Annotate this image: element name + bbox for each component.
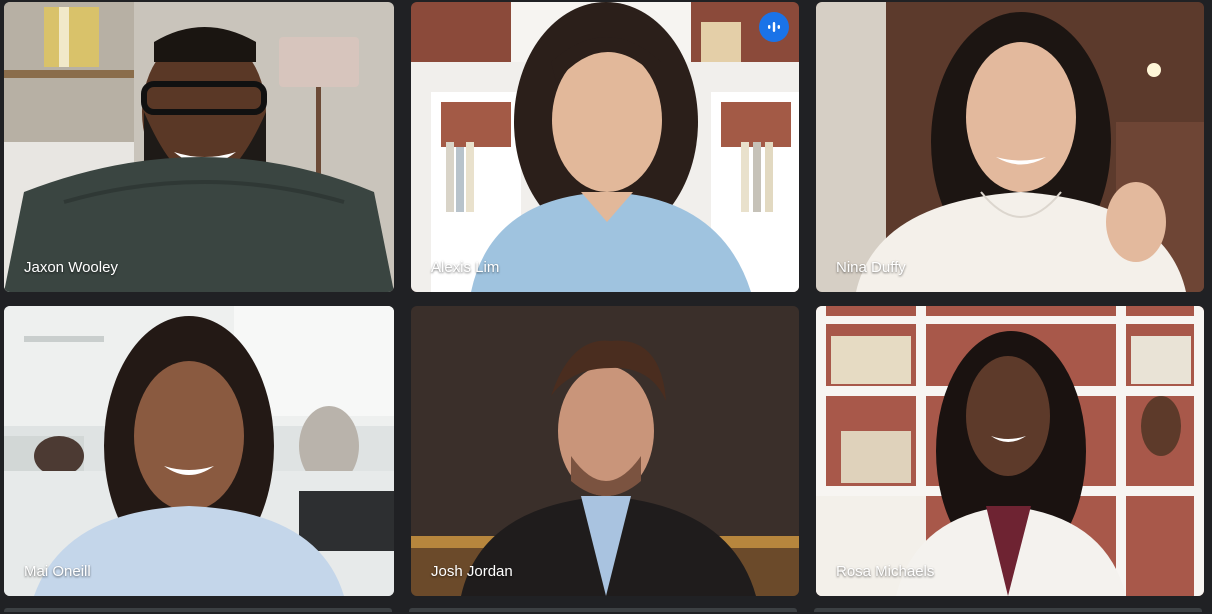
participant-name: Nina Duffy: [836, 259, 906, 276]
participant-video: [816, 306, 1204, 596]
participant-name: Alexis Lim: [431, 259, 500, 276]
participant-tile-rosa-michaels[interactable]: Rosa Michaels: [816, 306, 1204, 596]
participant-name: Mai Oneill: [24, 563, 91, 580]
participant-video: [4, 2, 394, 292]
participant-tile-josh-jordan[interactable]: Josh Jordan: [411, 306, 799, 596]
participant-tile-jaxon-wooley[interactable]: Jaxon Wooley: [4, 2, 394, 292]
participant-tile-alexis-lim[interactable]: Alexis Lim: [411, 2, 799, 292]
participant-video: [816, 2, 1204, 292]
participant-grid: Jaxon Wooley Alexis Lim Nina Duffy Mai O…: [0, 0, 1212, 614]
participant-tile-nina-duffy[interactable]: Nina Duffy: [816, 2, 1204, 292]
audio-wave-icon: [768, 22, 780, 32]
participant-video: [411, 306, 799, 596]
tile-edge: [814, 608, 1202, 612]
speaking-indicator: [759, 12, 789, 42]
participant-name: Jaxon Wooley: [24, 259, 118, 276]
participant-video: [4, 306, 394, 596]
participant-name: Josh Jordan: [431, 563, 513, 580]
next-row-peek: [0, 608, 1212, 614]
tile-edge: [409, 608, 797, 612]
participant-tile-mai-oneill[interactable]: Mai Oneill: [4, 306, 394, 596]
tile-edge: [4, 608, 392, 612]
participant-video: [411, 2, 799, 292]
participant-name: Rosa Michaels: [836, 563, 935, 580]
